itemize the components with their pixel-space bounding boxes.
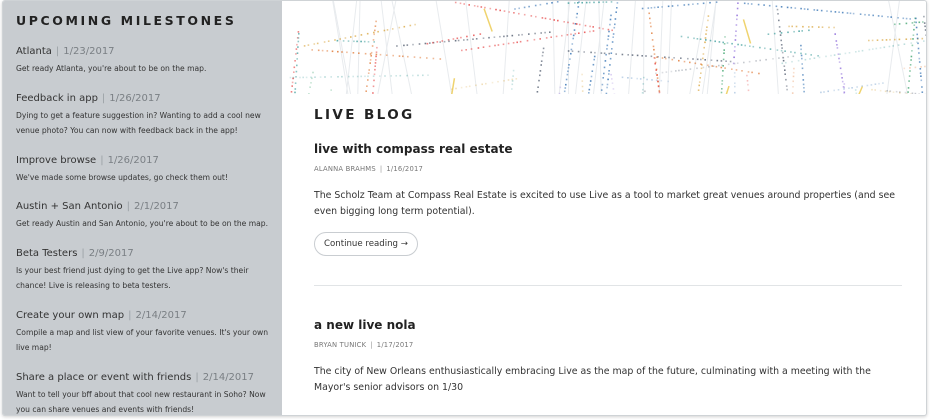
milestone-date: 1/26/2017 <box>107 154 159 166</box>
post-title-link[interactable]: a new live nola <box>314 318 902 332</box>
milestone-description: Dying to get a feature suggestion in? Wa… <box>16 110 261 136</box>
milestone-date: 2/14/2017 <box>135 309 187 321</box>
post-author[interactable]: ALANNA BRAHMS <box>314 165 376 173</box>
milestone-title: Create your own map <box>16 309 125 321</box>
app-window: UPCOMING MILESTONES Atlanta | 1/23/2017 Ge… <box>2 0 927 416</box>
continue-reading-button[interactable]: Continue reading → <box>314 232 418 256</box>
blog-main: LIVE BLOG live with compass real estate … <box>282 1 926 415</box>
post-divider <box>314 285 902 286</box>
milestone-description: Get ready Atlanta, you're about to be on… <box>16 64 207 73</box>
post-excerpt: The Scholz Team at Compass Real Estate i… <box>314 190 896 217</box>
milestone-description: Want to tell your bff about that cool ne… <box>16 389 266 415</box>
post-date: 1/17/2017 <box>376 341 414 349</box>
map-banner-image <box>282 1 926 94</box>
milestone-item: Atlanta | 1/23/2017 Get ready Atlanta, you… <box>16 44 270 77</box>
post-meta: BRYAN TUNICK | 1/17/2017 <box>314 341 902 349</box>
post-meta: ALANNA BRAHMS | 1/16/2017 <box>314 165 902 173</box>
milestone-item: Beta Testers | 2/9/2017 Is your best frien… <box>16 246 270 294</box>
milestone-description: Compile a map and list view of your favo… <box>16 327 269 353</box>
milestone-date: 2/9/2017 <box>88 247 134 259</box>
post-date: 1/16/2017 <box>386 165 424 173</box>
milestone-title: Austin + San Antonio <box>16 201 123 212</box>
post-title-link[interactable]: live with compass real estate <box>314 142 902 156</box>
milestone-date: 2/1/2017 <box>133 201 179 212</box>
milestone-item: Austin + San Antonio | 2/1/2017 Get ready … <box>16 199 270 232</box>
milestone-title: Beta Testers <box>16 247 78 259</box>
milestone-date: 2/14/2017 <box>202 371 255 383</box>
milestone-description: Is your best friend just dying to get th… <box>16 265 249 291</box>
milestone-date: 1/23/2017 <box>63 46 115 57</box>
milestone-title: Improve browse <box>16 154 97 166</box>
milestone-description: We've made some browse updates, go check… <box>16 172 228 182</box>
milestones-sidebar: UPCOMING MILESTONES Atlanta | 1/23/2017 Ge… <box>3 1 282 415</box>
blog-post: a new live nola BRYAN TUNICK | 1/17/2017 T… <box>314 318 902 396</box>
milestone-separator: | <box>195 371 199 383</box>
post-excerpt: The city of New Orleans enthusiastically… <box>314 366 871 393</box>
meta-separator: | <box>370 341 373 349</box>
milestone-title: Feedback in app <box>16 92 98 104</box>
milestone-date: 1/26/2017 <box>109 92 161 104</box>
milestone-title: Share a place or event with friends <box>16 371 192 383</box>
milestone-item: Create your own map | 2/14/2017 Compile a … <box>16 308 270 356</box>
milestone-separator: | <box>101 92 106 104</box>
milestone-separator: | <box>128 309 132 321</box>
milestone-item: Improve browse | 1/26/2017 We've made some… <box>16 153 270 186</box>
milestone-item: Feedback in app | 1/26/2017 Dying to get a… <box>16 91 270 139</box>
milestone-description: Get ready Austin and San Antonio, you're… <box>16 219 269 228</box>
meta-separator: | <box>379 165 383 173</box>
milestone-separator: | <box>81 247 85 259</box>
milestone-title: Atlanta <box>16 46 52 57</box>
milestone-separator: | <box>55 46 60 57</box>
sidebar-title: UPCOMING MILESTONES <box>16 13 237 28</box>
post-author[interactable]: BRYAN TUNICK <box>314 341 366 349</box>
milestone-separator: | <box>100 154 104 166</box>
section-title: LIVE BLOG <box>314 107 415 123</box>
map-pattern <box>289 1 926 94</box>
blog-post: live with compass real estate ALANNA BRA… <box>314 142 902 256</box>
milestone-item: Share a place or event with friends | 2/14… <box>16 370 270 416</box>
milestone-separator: | <box>126 201 130 212</box>
blog-content: LIVE BLOG live with compass real estate … <box>282 94 926 396</box>
